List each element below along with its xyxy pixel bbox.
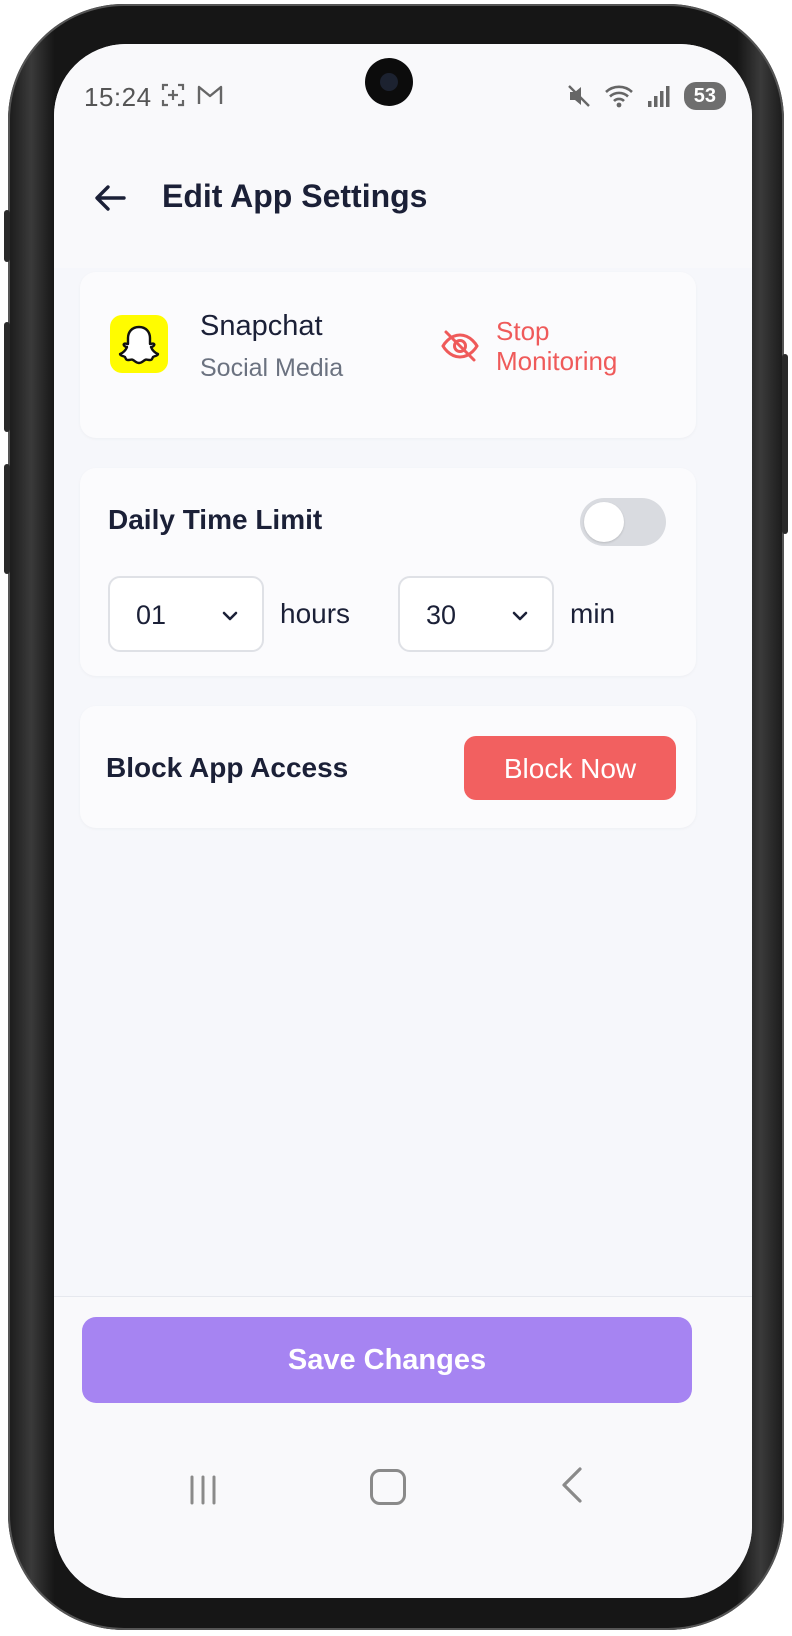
- toggle-knob: [584, 502, 624, 542]
- daily-time-limit-card: Daily Time Limit 01 hours 30 min: [80, 468, 696, 676]
- front-camera: [365, 58, 413, 106]
- wifi-icon: [604, 85, 633, 108]
- status-right-icons: 53: [566, 82, 726, 110]
- chevron-down-icon: [222, 611, 238, 621]
- side-button-left-2: [4, 322, 10, 432]
- bottom-action-area: Save Changes: [54, 1296, 752, 1598]
- app-header: Edit App Settings: [54, 154, 752, 268]
- page-title: Edit App Settings: [162, 178, 428, 214]
- side-button-left-3: [4, 464, 10, 574]
- side-button-right: [782, 354, 788, 534]
- daily-limit-toggle[interactable]: [580, 498, 666, 546]
- hours-select[interactable]: 01: [108, 576, 264, 652]
- hours-value: 01: [136, 600, 167, 630]
- minutes-select[interactable]: 30: [398, 576, 554, 652]
- daily-time-limit-title: Daily Time Limit: [108, 504, 323, 535]
- status-bar: 15:24 53: [54, 44, 752, 154]
- minutes-unit: min: [570, 598, 616, 629]
- status-time: 15:24: [84, 82, 152, 112]
- back-nav-icon[interactable]: [558, 1465, 588, 1505]
- status-left-icons: [160, 82, 224, 108]
- chevron-down-icon: [512, 611, 528, 621]
- stop-monitoring-label: Stop Monitoring: [496, 316, 618, 376]
- app-info-card: Snapchat Social Media Stop Monitoring: [80, 272, 696, 438]
- app-category: Social Media: [200, 354, 344, 382]
- block-app-card: Block App Access Block Now: [80, 706, 696, 828]
- home-icon[interactable]: [370, 1469, 406, 1505]
- signal-icon: [647, 86, 670, 107]
- snapchat-ghost-icon: [110, 315, 168, 373]
- mute-icon: [567, 85, 590, 107]
- hours-unit: hours: [280, 598, 351, 629]
- gmail-icon: [197, 85, 223, 104]
- block-now-button[interactable]: Block Now: [464, 736, 676, 800]
- recents-icon[interactable]: [186, 1473, 220, 1507]
- eye-off-icon: [441, 330, 479, 362]
- minutes-value: 30: [426, 600, 457, 630]
- arrow-left-icon[interactable]: [90, 178, 130, 218]
- screenshot-icon: [161, 83, 185, 107]
- phone-frame: 15:24 53 Edit App Settings Snapchat Soci…: [4, 4, 788, 1630]
- app-name: Snapchat: [200, 310, 323, 342]
- screen: 15:24 53 Edit App Settings Snapchat Soci…: [54, 44, 752, 1598]
- battery-indicator: 53: [683, 82, 726, 110]
- block-app-title: Block App Access: [106, 752, 349, 783]
- save-changes-button[interactable]: Save Changes: [82, 1317, 692, 1403]
- side-button-left-1: [4, 210, 10, 262]
- stop-monitoring-button[interactable]: Stop Monitoring: [440, 316, 656, 376]
